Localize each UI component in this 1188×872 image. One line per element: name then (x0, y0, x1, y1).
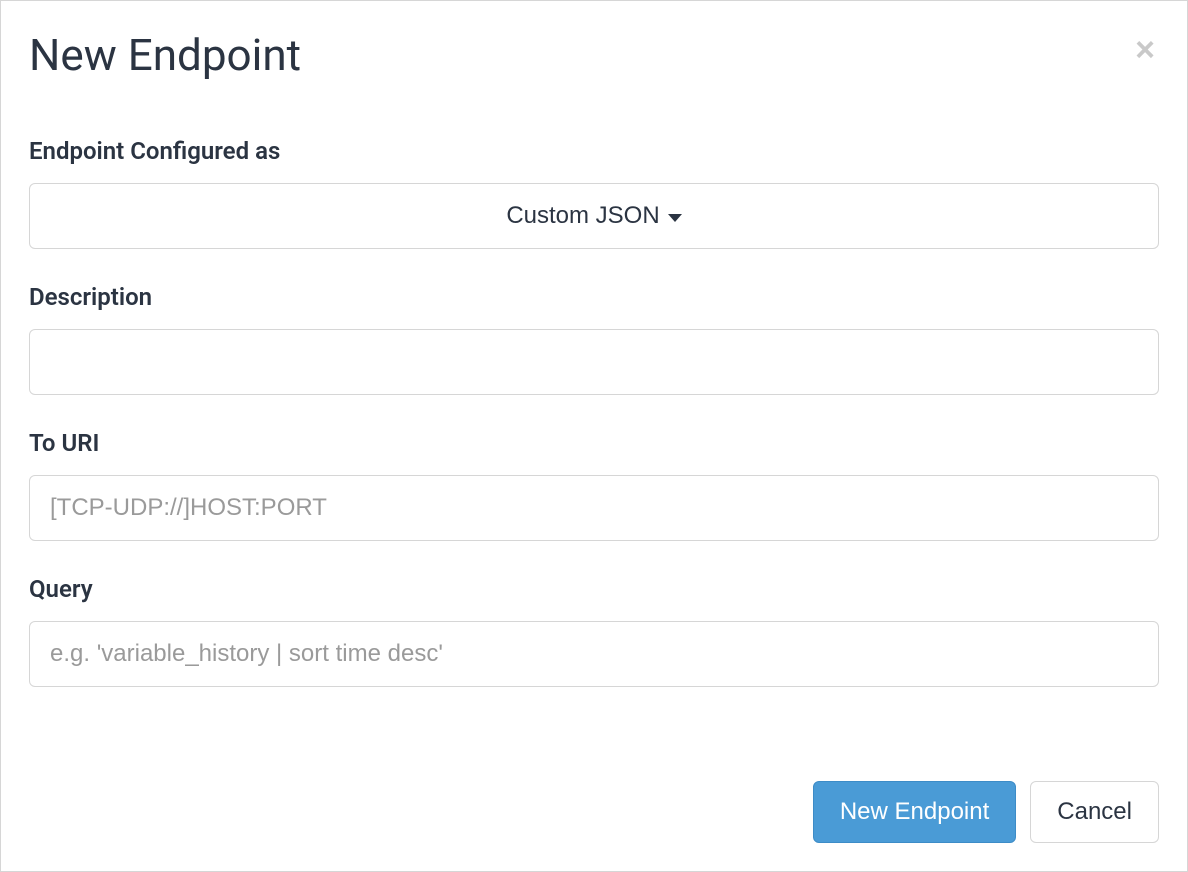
form-group-to-uri: To URI (29, 429, 1159, 541)
description-label: Description (29, 283, 1159, 311)
new-endpoint-button[interactable]: New Endpoint (813, 781, 1016, 843)
to-uri-label: To URI (29, 429, 1159, 457)
query-input[interactable] (29, 621, 1159, 687)
form-group-configured-as: Endpoint Configured as Custom JSON (29, 137, 1159, 249)
new-endpoint-modal: × New Endpoint Endpoint Configured as Cu… (0, 0, 1188, 872)
modal-footer: New Endpoint Cancel (813, 781, 1159, 843)
configured-as-dropdown[interactable]: Custom JSON (29, 183, 1159, 249)
query-label: Query (29, 575, 1159, 603)
modal-title: New Endpoint (29, 29, 1159, 81)
form-group-description: Description (29, 283, 1159, 395)
caret-down-icon (668, 214, 682, 222)
configured-as-label: Endpoint Configured as (29, 137, 1159, 165)
cancel-button[interactable]: Cancel (1030, 781, 1159, 843)
form-group-query: Query (29, 575, 1159, 687)
description-input[interactable] (29, 329, 1159, 395)
close-button[interactable]: × (1135, 33, 1155, 67)
to-uri-input[interactable] (29, 475, 1159, 541)
configured-as-selected: Custom JSON (506, 202, 659, 230)
